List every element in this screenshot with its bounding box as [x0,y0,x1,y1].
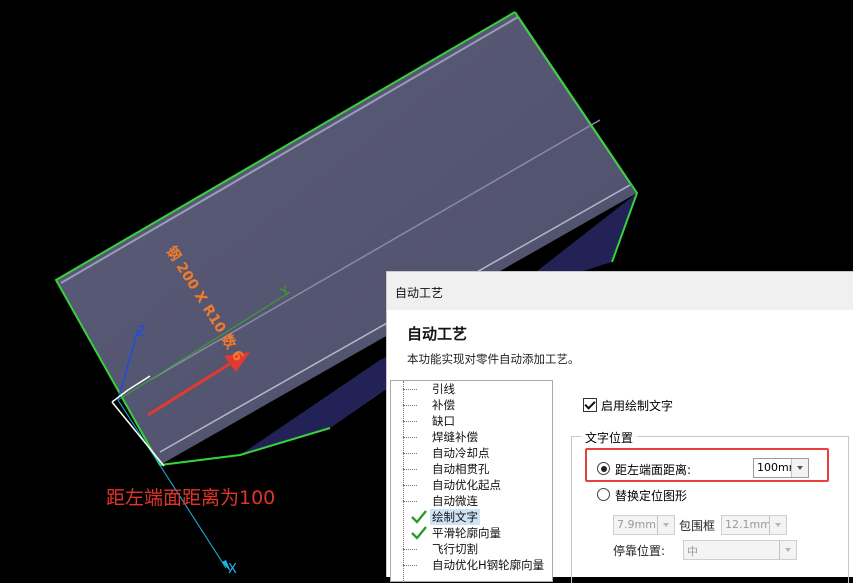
text-position-group-title: 文字位置 [581,429,638,446]
tree-item-label: 绘制文字 [430,509,480,525]
tree-item-label: 自动冷却点 [432,446,490,460]
bbox-dropdown[interactable]: 12.1mm [721,515,787,535]
tree-item-label: 自动相贯孔 [432,462,490,476]
bbox-value: 12.1mm [725,518,771,531]
process-tree[interactable]: 引线 补偿 缺口 焊缝补偿 自动冷却点 自动相贯孔 自动优化起点 自动微连 绘制… [390,380,553,582]
tree-connector [403,485,417,486]
tree-item-label: 平滑轮廓向量 [432,526,501,540]
tree-item-auto-start-point[interactable]: 自动优化起点 [391,477,551,493]
x-axis-label: X [228,562,237,576]
tree-item-label: 焊缝补偿 [432,430,478,444]
tree-item-draw-text[interactable]: 绘制文字 [391,509,551,525]
tree-item-notch[interactable]: 缺口 [391,413,551,429]
replace-shape-label[interactable]: 替换定位图形 [615,487,687,504]
tree-connector [403,565,417,566]
tree-item-auto-microjoint[interactable]: 自动微连 [391,493,551,509]
dock-dropdown[interactable]: 中 [683,540,797,560]
tree-item-label: 引线 [432,382,455,396]
tree-item-flying-cut[interactable]: 飞行切割 [391,541,551,557]
tree-item-label: 自动优化起点 [432,478,501,492]
tree-item-auto-cooling[interactable]: 自动冷却点 [391,445,551,461]
tree-item-compensation[interactable]: 补偿 [391,397,551,413]
tree-connector [403,549,417,550]
tree-connector [403,469,417,470]
check-icon[interactable] [411,510,427,524]
distance-caption: 距左端面距离为100 [106,487,276,509]
tree-item-label: 飞行切割 [432,542,478,556]
chevron-down-icon[interactable] [769,516,786,534]
tree-connector [403,389,417,390]
auto-process-dialog: 自动工艺 自动工艺 本功能实现对零件自动添加工艺。 引线 补偿 缺口 焊缝补偿 … [386,271,853,583]
draw-text-settings-panel: 启用绘制文字 文字位置 距左端面距离: 100mm 替换定位图形 7.9mm 包… [557,380,853,583]
distance-dropdown[interactable]: 100mm [753,458,809,478]
tree-item-h-beam-contour[interactable]: 自动优化H钢轮廓向量 [391,557,551,573]
tree-item-label: 自动微连 [432,494,478,508]
bbox-label: 包围框 [679,519,716,533]
tree-item-auto-intersect-hole[interactable]: 自动相贯孔 [391,461,551,477]
dialog-title: 自动工艺 [395,286,444,300]
dialog-titlebar[interactable]: 自动工艺 [387,272,853,310]
tree-connector [403,405,417,406]
tree-item-weld-compensation[interactable]: 焊缝补偿 [391,429,551,445]
chevron-down-icon[interactable] [791,459,808,477]
size-dropdown[interactable]: 7.9mm [613,515,675,535]
tree-item-smooth-contour[interactable]: 平滑轮廓向量 [391,525,551,541]
replace-shape-radio[interactable] [597,488,610,501]
dialog-header: 自动工艺 [407,325,468,343]
tree-item-label: 自动优化H钢轮廓向量 [432,558,545,572]
dialog-subtitle: 本功能实现对零件自动添加工艺。 [407,352,580,366]
distance-radio[interactable] [597,462,610,475]
enable-text-checkbox[interactable] [583,398,597,412]
z-axis-label: Z [136,324,146,340]
tree-connector [403,421,417,422]
dock-value: 中 [687,545,698,558]
tree-item-label: 补偿 [432,398,455,412]
tree-connector [403,453,417,454]
chevron-down-icon[interactable] [657,516,674,534]
size-value: 7.9mm [617,518,656,531]
tree-connector [403,437,417,438]
chevron-down-icon[interactable] [779,541,796,559]
dock-label: 停靠位置: [613,544,666,558]
distance-radio-label[interactable]: 距左端面距离: [615,461,691,478]
enable-text-label[interactable]: 启用绘制文字 [601,397,673,414]
tree-item-lead[interactable]: 引线 [391,381,551,397]
tree-item-label: 缺口 [432,414,455,428]
check-icon[interactable] [411,526,427,540]
tree-connector [403,501,417,502]
